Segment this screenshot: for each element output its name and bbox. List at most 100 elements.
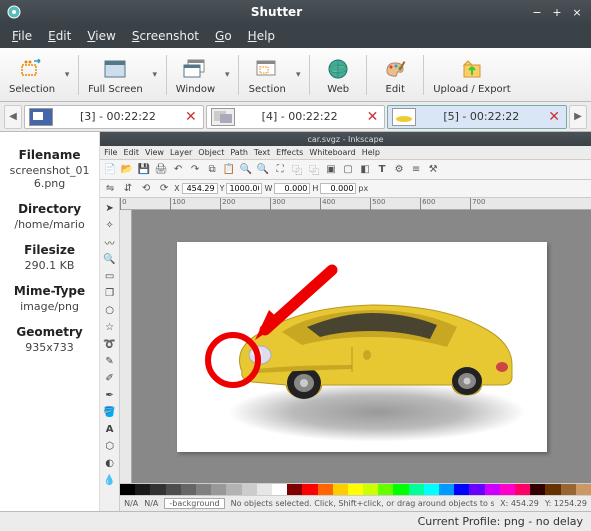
inkscape-titlebar: car.svgz - Inkscape — [100, 132, 591, 146]
selection-dropdown[interactable]: ▾ — [60, 51, 74, 99]
tab-4[interactable]: [4] - 00:22:22 ✕ — [206, 105, 386, 129]
palette-swatch — [150, 484, 165, 495]
palette-swatch — [242, 484, 257, 495]
pointer-icon: ➤ — [102, 200, 118, 216]
xml-icon: ⚙ — [391, 162, 407, 178]
tab-close-icon[interactable]: ✕ — [546, 109, 562, 125]
tab-prev-button[interactable]: ◀ — [4, 105, 22, 129]
upload-button[interactable]: Upload / Export — [428, 51, 516, 99]
edit-label: Edit — [386, 84, 405, 95]
menu-edit[interactable]: Edit — [40, 26, 79, 46]
upload-label: Upload / Export — [433, 84, 511, 95]
tab-thumbnail — [211, 108, 235, 126]
window-dropdown[interactable]: ▾ — [220, 51, 234, 99]
pointer-y: Y: 1254.29 — [545, 499, 587, 508]
menu-help[interactable]: Help — [240, 26, 283, 46]
palette-swatch — [409, 484, 424, 495]
unit-label: px — [358, 184, 368, 193]
tab-close-icon[interactable]: ✕ — [183, 109, 199, 125]
ink-menu-item: Object — [198, 148, 224, 157]
content-area: Filename screenshot_016.png Directory /h… — [0, 132, 591, 511]
section-button[interactable]: Section — [243, 51, 291, 99]
fill-icon: ◧ — [357, 162, 373, 178]
fullscreen-button[interactable]: Full Screen — [83, 51, 148, 99]
connector-icon: ⬡ — [102, 438, 118, 454]
web-button[interactable]: Web — [314, 51, 362, 99]
inkscape-canvas-area: 0100200300400500600700 — [120, 198, 591, 511]
tab-label: [5] - 00:22:22 — [420, 110, 542, 123]
geometry-label: Geometry — [8, 325, 91, 339]
menu-view[interactable]: View — [79, 26, 123, 46]
x-input — [182, 183, 218, 194]
maximize-button[interactable]: + — [549, 4, 565, 20]
palette-swatch — [393, 484, 408, 495]
palette-swatch — [272, 484, 287, 495]
menubar: File Edit View Screenshot Go Help — [0, 24, 591, 48]
page — [177, 242, 547, 452]
tab-5[interactable]: [5] - 00:22:22 ✕ — [387, 105, 567, 129]
bucket-icon: 🪣 — [102, 404, 118, 420]
rotate-icon: ⟲ — [138, 181, 154, 197]
layer-indicator: -background — [164, 498, 224, 509]
palette-swatch — [135, 484, 150, 495]
inkscape-statusbar: N/A N/A -background No objects selected.… — [120, 495, 591, 511]
window-titlebar: Shutter − + × — [0, 0, 591, 24]
window-button[interactable]: Window — [171, 51, 220, 99]
inkscape-toolbox: ➤ ✧ 〰 🔍 ▭ ❐ ○ ☆ ➰ ✎ ✐ ✒ 🪣 A ⬡ ◐ 💧 — [100, 198, 120, 511]
minimize-button[interactable]: − — [529, 4, 545, 20]
palette-swatch — [530, 484, 545, 495]
ink-menu-item: View — [145, 148, 164, 157]
bezier-icon: ✐ — [102, 370, 118, 386]
directory-value: /home/mario — [8, 218, 91, 231]
ink-menu-item: Effects — [276, 148, 303, 157]
duplicate-icon: ⿻ — [289, 162, 305, 178]
spiral-icon: ➰ — [102, 336, 118, 352]
section-label: Section — [249, 84, 286, 95]
x-label: X — [174, 184, 179, 193]
ink-menu-item: Layer — [170, 148, 192, 157]
w-label: W — [264, 184, 272, 193]
tab-close-icon[interactable]: ✕ — [365, 109, 381, 125]
web-label: Web — [327, 84, 349, 95]
prefs-icon: ⚒ — [425, 162, 441, 178]
palette-swatch — [120, 484, 135, 495]
ruler-tick: 200 — [220, 198, 235, 210]
ink-menu-item: Path — [230, 148, 248, 157]
geometry-value: 935x733 — [8, 341, 91, 354]
tab-next-button[interactable]: ▶ — [569, 105, 587, 129]
section-dropdown[interactable]: ▾ — [291, 51, 305, 99]
edit-button[interactable]: Edit — [371, 51, 419, 99]
ruler-vertical — [120, 210, 132, 483]
inkscape-title: car.svgz - Inkscape — [308, 135, 384, 144]
tab-3[interactable]: [3] - 00:22:22 ✕ — [24, 105, 204, 129]
profile-status: Current Profile: png - no delay — [418, 515, 583, 528]
paste-icon: 📋 — [221, 162, 237, 178]
menu-go[interactable]: Go — [207, 26, 240, 46]
menu-screenshot[interactable]: Screenshot — [124, 26, 207, 46]
ink-menu-item: Edit — [123, 148, 139, 157]
status-message: No objects selected. Click, Shift+click,… — [231, 499, 495, 508]
selection-button[interactable]: Selection — [4, 51, 60, 99]
selection-icon — [20, 55, 44, 83]
mime-value: image/png — [8, 300, 91, 313]
section-icon — [255, 55, 279, 83]
ruler-horizontal: 0100200300400500600700 — [120, 198, 591, 210]
palette-swatch — [166, 484, 181, 495]
ruler-tick: 300 — [270, 198, 285, 210]
ruler-tick: 0 — [120, 198, 126, 210]
palette-swatch — [211, 484, 226, 495]
zoom-icon: 🔍 — [102, 251, 118, 267]
ruler-tick: 600 — [420, 198, 435, 210]
palette-swatch — [333, 484, 348, 495]
menu-file[interactable]: File — [4, 26, 40, 46]
screenshot-preview: car.svgz - Inkscape File Edit View Layer… — [100, 132, 591, 511]
filename-label: Filename — [8, 148, 91, 162]
text-tool-icon: A — [102, 421, 118, 437]
ink-menu-item: Text — [254, 148, 270, 157]
print-icon: 🖨 — [153, 162, 169, 178]
palette-swatch — [561, 484, 576, 495]
fullscreen-dropdown[interactable]: ▾ — [148, 51, 162, 99]
tab-label: [3] - 00:22:22 — [57, 110, 179, 123]
zoom-fit-icon: ⛶ — [272, 162, 288, 178]
close-button[interactable]: × — [569, 4, 585, 20]
